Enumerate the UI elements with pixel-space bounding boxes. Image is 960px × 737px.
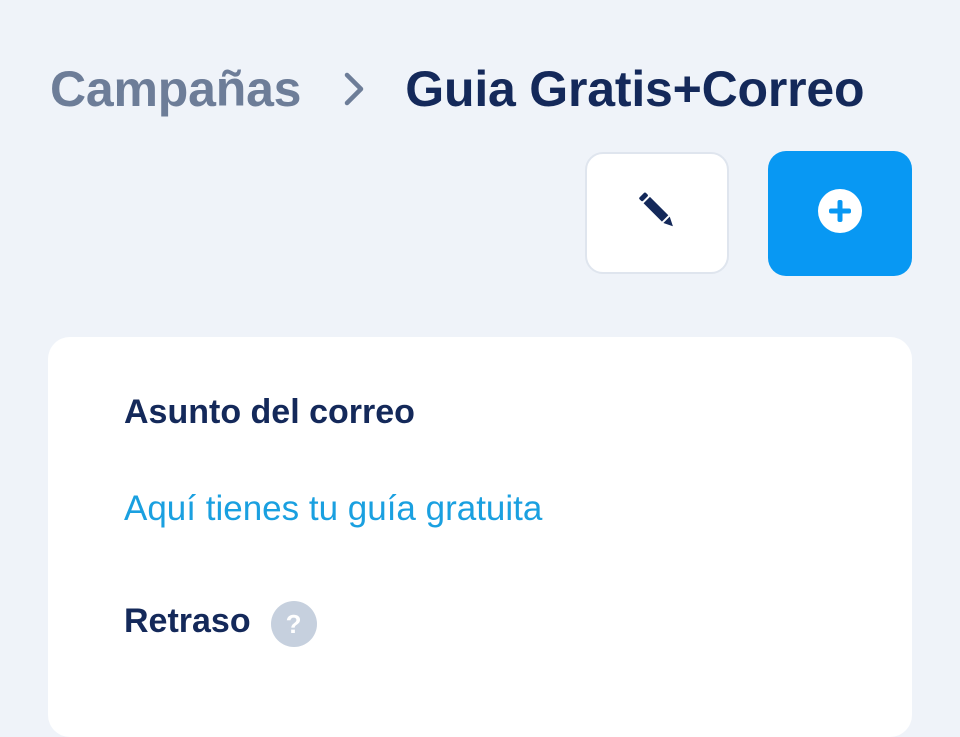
page-title: Guia Gratis+Correo bbox=[405, 61, 865, 117]
plus-circle-icon bbox=[815, 186, 865, 241]
breadcrumb: Campañas Guia Gratis+Correo bbox=[50, 58, 912, 120]
breadcrumb-campaigns-link[interactable]: Campañas bbox=[50, 60, 301, 118]
edit-button[interactable] bbox=[585, 152, 729, 274]
add-button[interactable] bbox=[768, 151, 912, 276]
subject-value[interactable]: Aquí tienes tu guía gratuita bbox=[124, 489, 542, 529]
subject-label: Asunto del correo bbox=[124, 393, 415, 431]
email-details-card: Asunto del correo Aquí tienes tu guía gr… bbox=[48, 337, 912, 737]
delay-row: Retraso ? bbox=[124, 595, 317, 647]
chevron-right-icon bbox=[327, 69, 381, 109]
delay-label: Retraso bbox=[124, 601, 251, 640]
help-icon[interactable]: ? bbox=[270, 601, 317, 647]
pencil-icon bbox=[631, 185, 683, 242]
